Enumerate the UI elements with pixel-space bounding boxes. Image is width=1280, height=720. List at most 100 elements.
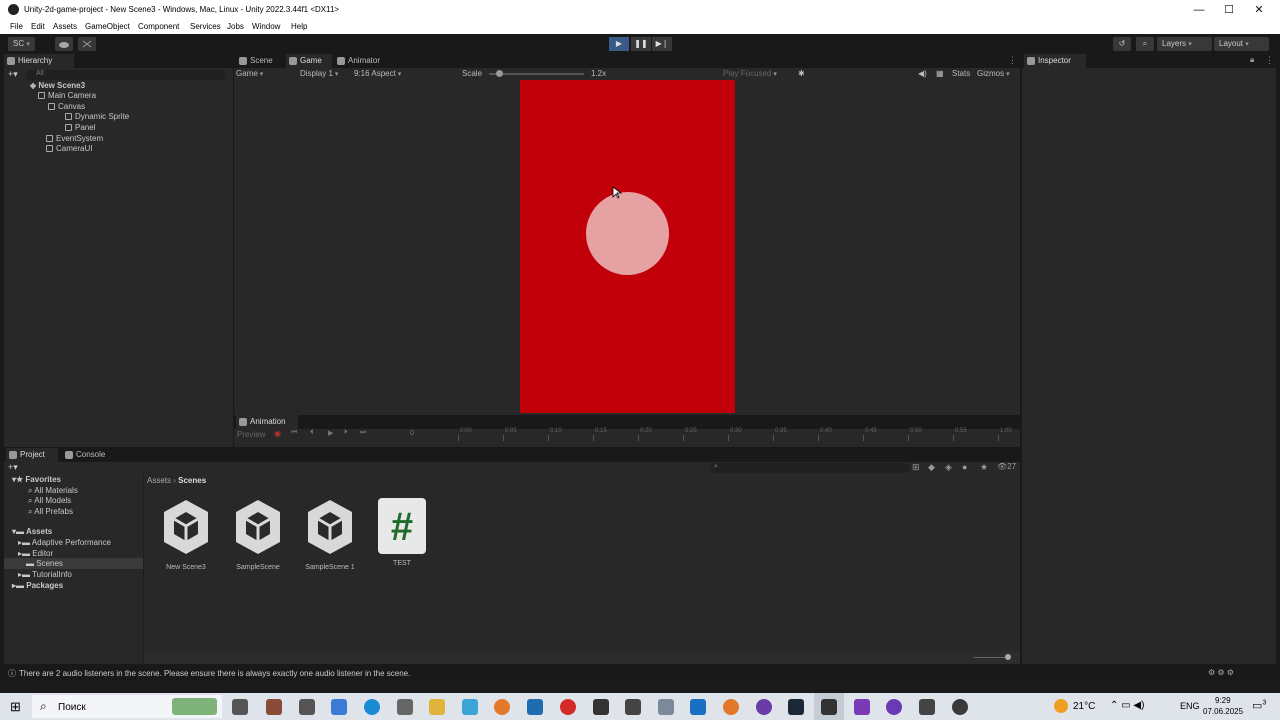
- folder-tutorialinfo[interactable]: ▸▬ TutorialInfo: [18, 570, 72, 580]
- asset-test-script[interactable]: # TEST: [372, 498, 432, 567]
- folder-scenes[interactable]: ▬ Scenes: [26, 559, 63, 569]
- packages-folder[interactable]: ▸▬ Packages: [12, 581, 63, 591]
- app-icon-5[interactable]: [593, 699, 609, 715]
- mute-audio-icon[interactable]: ◀): [918, 69, 927, 78]
- collab-icon[interactable]: [78, 37, 96, 51]
- notification-icon[interactable]: ▭3: [1252, 699, 1266, 712]
- menu-gameobject[interactable]: GameObject: [85, 22, 130, 31]
- tab-animator[interactable]: Animator: [334, 54, 394, 68]
- menu-window[interactable]: Window: [252, 22, 280, 31]
- step-button[interactable]: ▶❘: [652, 37, 672, 51]
- play-animation-icon[interactable]: ▶: [328, 429, 333, 437]
- scale-slider-handle[interactable]: [496, 70, 503, 77]
- play-button[interactable]: ▶: [609, 37, 629, 51]
- app-icon-2[interactable]: [397, 699, 413, 715]
- app-icon-8[interactable]: [756, 699, 772, 715]
- menu-services[interactable]: Services: [190, 22, 221, 31]
- asset-samplescene-1[interactable]: SampleScene 1: [300, 498, 360, 571]
- steam-icon[interactable]: [788, 699, 804, 715]
- info-icon[interactable]: ●: [962, 462, 967, 472]
- game-viewport[interactable]: [234, 80, 1020, 415]
- breadcrumb-assets[interactable]: Assets: [147, 476, 171, 485]
- pause-button[interactable]: ❚❚: [631, 37, 651, 51]
- tab-project[interactable]: Project: [6, 448, 58, 462]
- display-dropdown[interactable]: Display 1: [300, 69, 338, 78]
- menu-jobs[interactable]: Jobs: [227, 22, 244, 31]
- windows-start-icon[interactable]: ⊞: [10, 699, 21, 715]
- task-view-icon[interactable]: [232, 699, 248, 715]
- close-button[interactable]: ✕: [1244, 2, 1274, 18]
- visual-studio-icon[interactable]: [854, 699, 870, 715]
- tab-inspector[interactable]: Inspector: [1024, 54, 1086, 68]
- blender-icon-2[interactable]: [723, 699, 739, 715]
- gizmos-dropdown[interactable]: Gizmos: [977, 69, 1010, 78]
- tab-hierarchy[interactable]: Hierarchy: [4, 54, 74, 68]
- asset-samplescene[interactable]: SampleScene: [228, 498, 288, 571]
- frame-field[interactable]: 0: [410, 430, 414, 437]
- unity-hub-icon[interactable]: [299, 699, 315, 715]
- hierarchy-item-cameraui[interactable]: CameraUI: [46, 144, 92, 154]
- project-search-input[interactable]: ⌕: [710, 463, 910, 473]
- game-mode-dropdown[interactable]: Game: [236, 69, 263, 78]
- filter-import-icon[interactable]: ◈: [945, 462, 952, 473]
- favorite-all-materials[interactable]: ⌕ All Materials: [28, 486, 78, 496]
- tab-game[interactable]: Game: [286, 54, 332, 68]
- minimize-button[interactable]: —: [1184, 2, 1214, 18]
- cloud-icon[interactable]: [55, 37, 73, 51]
- outlook-icon[interactable]: [690, 699, 706, 715]
- play-focused-dropdown[interactable]: Play Focused: [723, 69, 777, 78]
- record-icon[interactable]: ◉: [274, 429, 281, 438]
- next-keyframe-icon[interactable]: ⏵: [344, 429, 348, 437]
- favorites-section[interactable]: ▾★ Favorites: [12, 475, 61, 485]
- dynamic-sprite-circle[interactable]: [586, 192, 669, 275]
- icon-size-slider[interactable]: [974, 657, 1009, 658]
- bug-icon[interactable]: ✱: [798, 69, 805, 78]
- layout-dropdown[interactable]: Layout: [1214, 37, 1269, 51]
- status-bar[interactable]: ⓘ There are 2 audio listeners in the sce…: [0, 666, 1280, 680]
- menu-assets[interactable]: Assets: [53, 22, 77, 31]
- taskbar-search-box[interactable]: ⌕ Поиск: [32, 695, 222, 718]
- project-add-button[interactable]: +▾: [8, 462, 18, 473]
- app-icon-1[interactable]: [266, 699, 282, 715]
- status-tools-icon[interactable]: ⚙ ⚙ ⚙: [1208, 668, 1234, 677]
- folder-adaptive-performance[interactable]: ▸▬ Adaptive Performance: [18, 538, 111, 548]
- game-render-area[interactable]: [520, 80, 735, 413]
- hierarchy-item-eventsystem[interactable]: EventSystem: [46, 134, 103, 144]
- favorite-all-models[interactable]: ⌕ All Models: [28, 496, 71, 506]
- first-keyframe-icon[interactable]: ⏮: [291, 429, 297, 437]
- menu-file[interactable]: File: [10, 22, 23, 31]
- app-icon-6[interactable]: [625, 699, 641, 715]
- hierarchy-item-canvas[interactable]: Canvas: [48, 102, 85, 112]
- hierarchy-search-input[interactable]: All: [26, 70, 226, 80]
- store-icon[interactable]: [331, 699, 347, 715]
- app-icon-10[interactable]: [919, 699, 935, 715]
- search-icon[interactable]: ⌕: [1136, 37, 1154, 51]
- inspector-more-icon[interactable]: ⋮: [1265, 55, 1274, 66]
- tab-animation[interactable]: Animation: [236, 415, 298, 429]
- menu-edit[interactable]: Edit: [31, 22, 45, 31]
- filter-label-icon[interactable]: ◆: [928, 462, 935, 473]
- hierarchy-item-main-camera[interactable]: Main Camera: [38, 91, 96, 101]
- favorite-all-prefabs[interactable]: ⌕ All Prefabs: [28, 507, 73, 517]
- clock-time[interactable]: 9:29: [1215, 696, 1231, 705]
- maximize-button[interactable]: ☐: [1214, 2, 1244, 18]
- aspect-dropdown[interactable]: 9:16 Aspect: [354, 69, 401, 78]
- layers-dropdown[interactable]: Layers: [1157, 37, 1212, 51]
- hierarchy-item-panel[interactable]: Panel: [65, 123, 95, 133]
- tab-scene[interactable]: Scene: [236, 54, 284, 68]
- asset-new-scene3[interactable]: New Scene3: [156, 498, 216, 571]
- stats-button[interactable]: Stats: [952, 69, 970, 78]
- icon-size-slider-handle[interactable]: [1005, 654, 1011, 660]
- history-icon[interactable]: ↺: [1113, 37, 1131, 51]
- clock-date[interactable]: 07.06.2025: [1203, 707, 1243, 716]
- account-button[interactable]: SC: [8, 37, 35, 51]
- more-options-icon[interactable]: ⋮: [1008, 55, 1017, 66]
- app-icon-4[interactable]: [527, 699, 543, 715]
- weather-temp[interactable]: 21°C: [1073, 701, 1095, 712]
- blender-icon[interactable]: [494, 699, 510, 715]
- menu-component[interactable]: Component: [138, 22, 179, 31]
- shortcuts-icon[interactable]: ▦: [936, 69, 944, 78]
- tray-icons[interactable]: ⌃ ▭ ◀): [1110, 700, 1144, 711]
- opera-icon[interactable]: [560, 699, 576, 715]
- app-icon-9[interactable]: [886, 699, 902, 715]
